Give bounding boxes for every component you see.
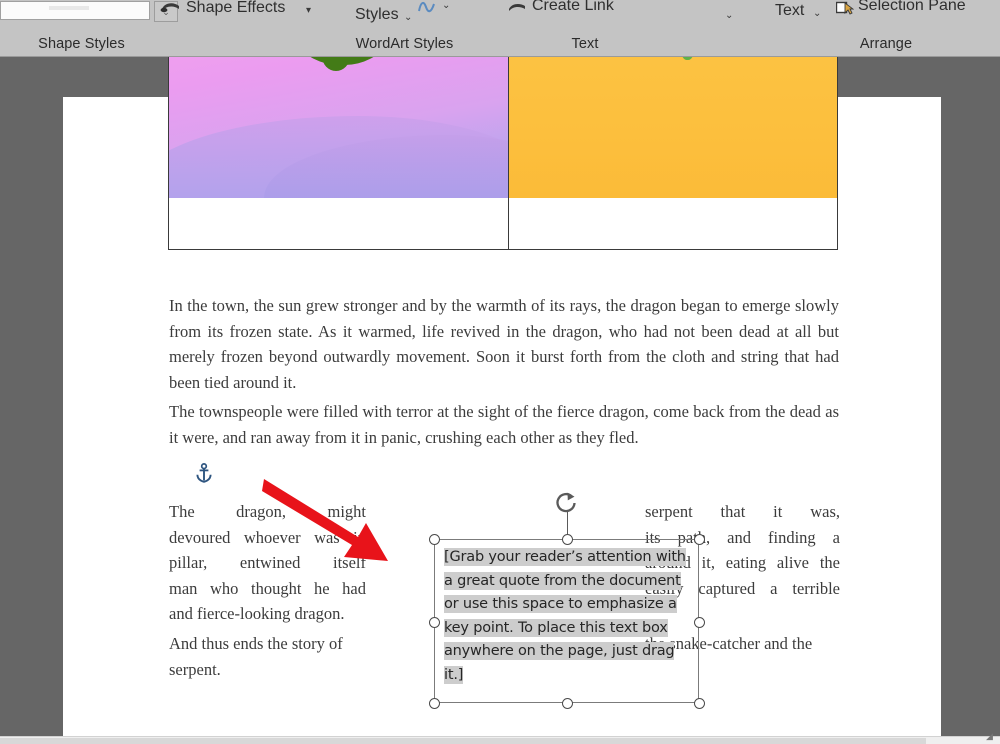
resize-handle-top-left[interactable] <box>429 534 440 545</box>
arrange-gallery-chevron-icon[interactable]: ⌄ <box>725 6 733 26</box>
text-menu-chevron-icon[interactable]: ⌄ <box>813 4 821 24</box>
paragraph-1[interactable]: In the town, the sun grew stronger and b… <box>169 293 839 395</box>
ribbon-commands-row: ⌄ Shape Effects ▾ Styles ⌄ ⌄ Create Link… <box>0 0 1000 31</box>
resize-handle-bottom-right[interactable] <box>694 698 705 709</box>
rotate-handle-icon[interactable] <box>553 490 581 516</box>
group-label-arrange: Arrange <box>859 36 913 52</box>
group-label-shape-styles: Shape Styles <box>38 36 125 52</box>
wrap-line: and fierce-looking dragon. <box>169 604 345 623</box>
text-box-placeholder-text[interactable]: [Grab your reader’s attention with a gre… <box>444 546 692 688</box>
wrap-line: serpent that it was, <box>645 502 840 521</box>
picture-orange-block[interactable] <box>509 57 837 198</box>
ribbon-toolbar: ⌄ Shape Effects ▾ Styles ⌄ ⌄ Create Link… <box>0 0 1000 57</box>
resize-handle-bottom-center[interactable] <box>562 698 573 709</box>
group-label-text: Text <box>571 36 599 52</box>
paragraph-2[interactable]: The townspeople were filled with terror … <box>169 399 839 450</box>
text-menu-button[interactable]: Text <box>775 1 804 21</box>
wrap-line: devoured whoever was in <box>169 527 366 547</box>
leaf-drop-shape <box>321 57 350 71</box>
wrap-line: man who thought he had <box>169 578 366 598</box>
wordart-styles-button[interactable]: Styles <box>355 5 399 25</box>
wordart-effects-icon[interactable] <box>418 0 436 19</box>
document-canvas[interactable]: In the town, the sun grew stronger and b… <box>0 57 1000 744</box>
horizontal-scrollbar[interactable] <box>0 736 1000 744</box>
resize-handle-top-center[interactable] <box>562 534 573 545</box>
picture-purple-landscape[interactable] <box>169 57 508 198</box>
shape-effects-icon <box>160 0 182 16</box>
selected-text-box[interactable]: [Grab your reader’s attention with a gre… <box>429 492 705 709</box>
shape-effects-button[interactable]: Shape Effects <box>186 0 285 18</box>
word-document-window: ⌄ Shape Effects ▾ Styles ⌄ ⌄ Create Link… <box>0 0 1000 744</box>
selected-text-run: [Grab your reader’s attention with a gre… <box>444 548 686 684</box>
anchor-icon[interactable] <box>195 463 213 483</box>
resize-grip-icon[interactable]: ◢ <box>986 731 998 743</box>
sprout-shape <box>681 57 695 60</box>
wordart-effects-chevron-icon[interactable]: ⌄ <box>442 0 450 16</box>
resize-handle-bottom-left[interactable] <box>429 698 440 709</box>
wrap-line: The dragon, might <box>169 502 366 521</box>
ribbon-group-labels-row: Shape Styles ⌟ WordArt Styles ⌟ Text Arr… <box>0 31 1000 56</box>
selection-pane-icon <box>835 1 855 16</box>
final-paragraph-left[interactable]: And thus ends the story of serpent. <box>169 631 369 682</box>
table-cell-left[interactable] <box>168 57 509 250</box>
wordart-styles-chevron-icon[interactable]: ⌄ <box>404 8 412 28</box>
table-cell-right[interactable] <box>509 57 838 250</box>
resize-handle-middle-right[interactable] <box>694 617 705 628</box>
gallery-preview-swatch <box>49 6 89 10</box>
document-page[interactable]: In the town, the sun grew stronger and b… <box>63 57 941 744</box>
create-link-button[interactable]: Create Link <box>532 0 614 16</box>
shape-effects-chevron-icon[interactable]: ▾ <box>306 1 311 21</box>
resize-handle-top-right[interactable] <box>694 534 705 545</box>
selection-pane-button[interactable]: Selection Pane <box>858 0 966 16</box>
shape-styles-gallery[interactable] <box>0 1 150 20</box>
wrapped-text-left-column[interactable]: The dragon, might devoured whoever was i… <box>169 499 366 627</box>
scrollbar-thumb[interactable] <box>0 738 926 744</box>
picture-table[interactable] <box>168 57 838 250</box>
resize-handle-middle-left[interactable] <box>429 617 440 628</box>
wrap-line: pillar, entwined itself <box>169 553 366 572</box>
group-label-wordart-styles: WordArt Styles <box>355 36 454 52</box>
create-link-icon <box>508 1 528 15</box>
